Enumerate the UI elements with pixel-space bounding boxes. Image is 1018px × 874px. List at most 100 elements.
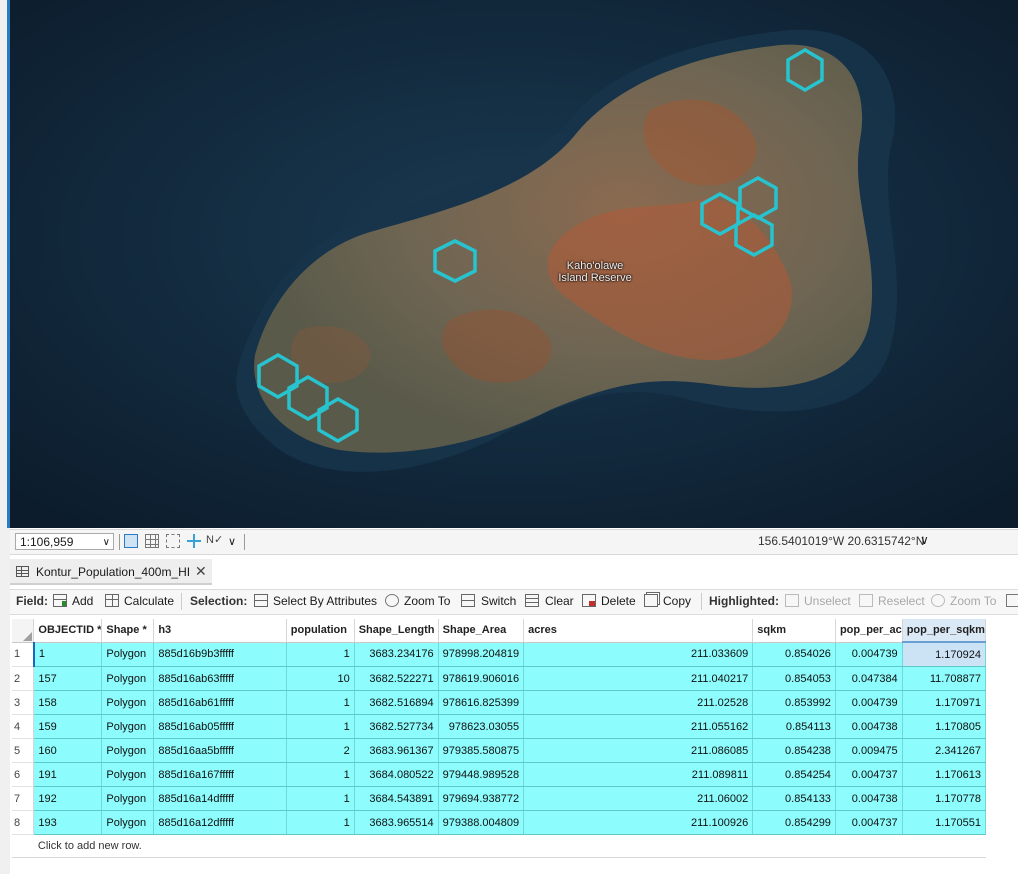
cell-pop-per-ac[interactable]: 0.004737 [835, 810, 903, 835]
cell-pop-per-ac[interactable]: 0.047384 [835, 666, 903, 691]
cell-pop-per-sqkm[interactable]: 1.170613 [902, 762, 987, 787]
clear-button[interactable]: Clear [545, 594, 574, 608]
cell-shape[interactable]: Polygon [101, 738, 155, 763]
cell-h3[interactable]: 885d16a12dfffff [153, 810, 287, 835]
clear-icon[interactable] [525, 594, 539, 607]
chevron-down-icon[interactable]: ∨ [103, 534, 110, 551]
cell-sqkm[interactable]: 0.853992 [752, 690, 836, 715]
table-row[interactable]: 4 159 Polygon 885d16ab05fffff 1 3682.527734 97… [12, 714, 987, 739]
chevron-down-icon[interactable]: ∨ [920, 533, 929, 547]
reselect-icon[interactable] [859, 594, 873, 607]
cell-shape-area[interactable]: 979694.938772 [438, 786, 525, 811]
cell-shape-length[interactable]: 3682.516894 [354, 690, 439, 715]
unselect-button[interactable]: Unselect [804, 594, 851, 608]
cell-objectid[interactable]: 191 [33, 762, 103, 787]
cell-h3[interactable]: 885d16a14dfffff [153, 786, 287, 811]
row-number[interactable]: 4 [12, 714, 35, 739]
cell-acres[interactable]: 211.02528 [523, 690, 754, 715]
unselect-icon[interactable] [785, 594, 799, 607]
column-header-shape[interactable]: Shape * [101, 619, 155, 643]
cell-acres[interactable]: 211.055162 [523, 714, 754, 739]
cell-sqkm[interactable]: 0.854238 [752, 738, 836, 763]
cell-pop-per-ac[interactable]: 0.004737 [835, 762, 903, 787]
cell-population[interactable]: 1 [286, 642, 355, 667]
north-arrow-icon[interactable]: N✓ [206, 533, 223, 547]
close-icon[interactable]: ✕ [195, 563, 207, 580]
constraint-icon[interactable] [187, 534, 201, 548]
cell-shape[interactable]: Polygon [101, 810, 155, 835]
column-header-population[interactable]: population [286, 619, 355, 643]
cell-shape-area[interactable]: 979388.004809 [438, 810, 525, 835]
cell-sqkm[interactable]: 0.854254 [752, 762, 836, 787]
cell-pop-per-sqkm[interactable]: 2.341267 [902, 738, 987, 763]
column-header-shape-length[interactable]: Shape_Length [354, 619, 439, 643]
row-number[interactable]: 5 [12, 738, 35, 763]
row-number[interactable]: 2 [12, 666, 35, 691]
cell-shape-length[interactable]: 3682.522271 [354, 666, 439, 691]
zoom-to-button[interactable]: Zoom To [404, 594, 450, 608]
cell-pop-per-sqkm[interactable]: 1.170971 [902, 690, 987, 715]
switch-icon[interactable] [461, 594, 475, 607]
cell-acres[interactable]: 211.040217 [523, 666, 754, 691]
table-row[interactable]: 1 1 Polygon 885d16b9b3fffff 1 3683.234176 9789… [12, 642, 987, 667]
cell-population[interactable]: 10 [286, 666, 355, 691]
row-number[interactable]: 8 [12, 810, 35, 835]
cell-shape-length[interactable]: 3682.527734 [354, 714, 439, 739]
table-row[interactable]: 2 157 Polygon 885d16ab63fffff 10 3682.522271 9… [12, 666, 987, 691]
fixed-zoom-icon[interactable] [124, 534, 138, 548]
cell-h3[interactable]: 885d16ab63fffff [153, 666, 287, 691]
cell-population[interactable]: 1 [286, 786, 355, 811]
cell-pop-per-ac[interactable]: 0.004738 [835, 786, 903, 811]
cell-pop-per-sqkm[interactable]: 1.170805 [902, 714, 987, 739]
row-number[interactable]: 1 [12, 642, 35, 667]
snapping-icon[interactable] [166, 534, 180, 548]
cell-shape[interactable]: Polygon [101, 690, 155, 715]
cell-shape-area[interactable]: 979385.580875 [438, 738, 525, 763]
cell-shape[interactable]: Polygon [101, 786, 155, 811]
cell-shape-area[interactable]: 978623.03055 [438, 714, 525, 739]
cell-sqkm[interactable]: 0.854299 [752, 810, 836, 835]
table-row[interactable]: 6 191 Polygon 885d16a167fffff 1 3684.080522 97… [12, 762, 987, 787]
cell-shape[interactable]: Polygon [101, 666, 155, 691]
select-all-corner[interactable] [12, 619, 35, 643]
cell-acres[interactable]: 211.033609 [523, 642, 754, 667]
cell-shape-length[interactable]: 3683.234176 [354, 642, 439, 667]
cell-h3[interactable]: 885d16b9b3fffff [153, 642, 287, 667]
cell-sqkm[interactable]: 0.854026 [752, 642, 836, 667]
cell-shape-area[interactable]: 979448.989528 [438, 762, 525, 787]
cell-h3[interactable]: 885d16a167fffff [153, 762, 287, 787]
cell-pop-per-sqkm[interactable]: 11.708877 [902, 666, 987, 691]
column-header-objectid[interactable]: OBJECTID * [33, 619, 103, 643]
copy-icon[interactable] [644, 594, 658, 607]
cell-shape-length[interactable]: 3683.965514 [354, 810, 439, 835]
cell-shape-area[interactable]: 978998.204819 [438, 642, 525, 667]
add-field-icon[interactable] [53, 594, 67, 607]
column-header-sqkm[interactable]: sqkm [752, 619, 836, 643]
zoom-to-icon[interactable] [931, 594, 945, 607]
cell-objectid[interactable]: 158 [33, 690, 103, 715]
table-row[interactable]: 8 193 Polygon 885d16a12dfffff 1 3683.965514 97… [12, 810, 987, 835]
cell-population[interactable]: 1 [286, 714, 355, 739]
more-icon[interactable] [1006, 594, 1018, 607]
row-number[interactable]: 6 [12, 762, 35, 787]
cell-shape[interactable]: Polygon [101, 762, 155, 787]
zoom-to-highlighted-button[interactable]: Zoom To [950, 594, 996, 608]
zoom-to-icon[interactable] [385, 594, 399, 607]
cell-shape[interactable]: Polygon [101, 714, 155, 739]
select-by-attributes-icon[interactable] [254, 594, 268, 607]
cell-h3[interactable]: 885d16ab05fffff [153, 714, 287, 739]
table-row[interactable]: 5 160 Polygon 885d16aa5bfffff 2 3683.961367 97… [12, 738, 987, 763]
delete-icon[interactable] [582, 594, 596, 607]
cell-pop-per-ac[interactable]: 0.004739 [835, 690, 903, 715]
cell-objectid[interactable]: 159 [33, 714, 103, 739]
column-header-shape-area[interactable]: Shape_Area [438, 619, 525, 643]
cell-population[interactable]: 1 [286, 690, 355, 715]
row-number[interactable]: 7 [12, 786, 35, 811]
cell-h3[interactable]: 885d16ab61fffff [153, 690, 287, 715]
add-row-prompt[interactable]: Click to add new row. [33, 834, 986, 858]
copy-button[interactable]: Copy [663, 594, 691, 608]
cell-shape-length[interactable]: 3684.080522 [354, 762, 439, 787]
column-header-h3[interactable]: h3 [153, 619, 287, 643]
cell-objectid[interactable]: 193 [33, 810, 103, 835]
calculate-icon[interactable] [105, 594, 119, 607]
